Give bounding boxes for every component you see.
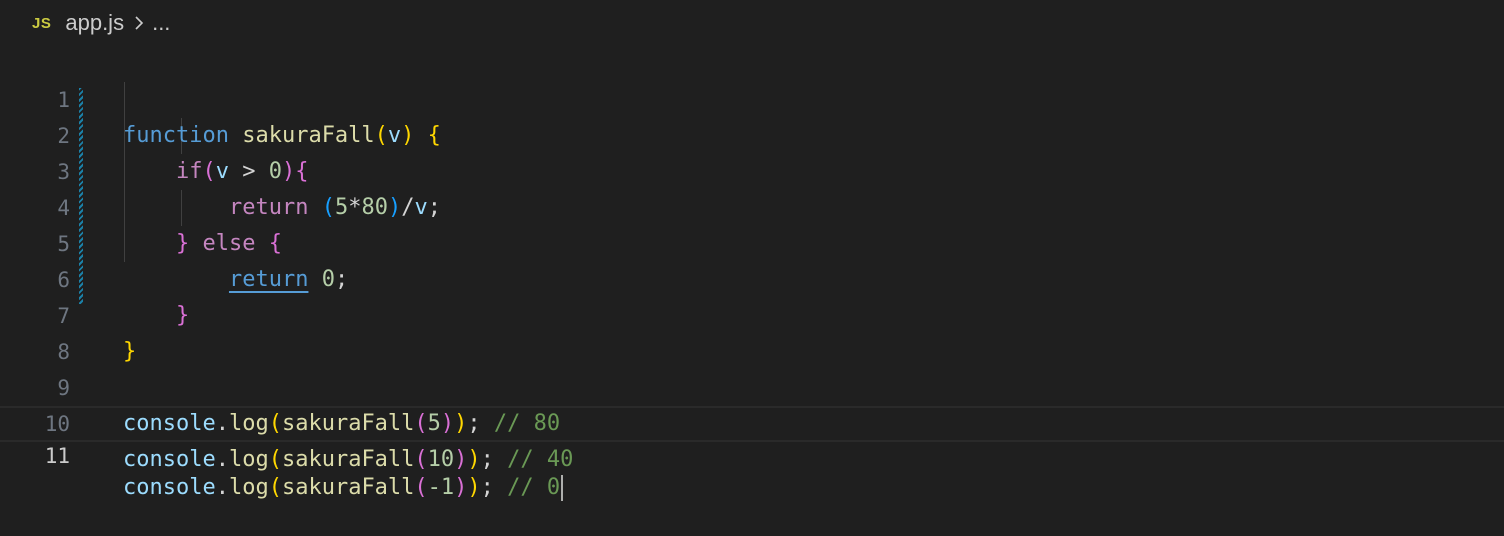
object-name: console [123,475,216,500]
bracket: ( [268,475,282,500]
code-line[interactable]: 6 } [0,226,1504,328]
chevron-right-icon [134,15,144,31]
semicolon: ; [480,447,494,472]
breadcrumb-file-name[interactable]: app.js [65,10,124,36]
line-number-active: 11 [44,444,70,468]
bracket: ( [268,447,282,472]
method-name: log [228,447,269,472]
code-text: console.log(sakuraFall(-1)); // 0 [123,472,564,504]
code-line-current[interactable]: 11 console.log(sakuraFall(-1)); // 0 [0,406,1504,501]
function-call: sakuraFall [281,447,415,472]
code-line[interactable]: 7 } [0,262,1504,364]
object-name: console [123,447,216,472]
bracket: ( [414,447,428,472]
comment: // 40 [507,447,574,472]
code-line[interactable]: 8 [0,298,1504,364]
code-line[interactable]: 4 } else { [0,154,1504,256]
number: 10 [427,447,455,472]
bracket: ) [454,447,468,472]
javascript-file-icon: JS [32,14,52,32]
semicolon: ; [480,475,494,500]
text-cursor [561,475,564,501]
bracket: ( [414,475,428,500]
dot: . [215,475,229,500]
method-name: log [228,475,269,500]
bracket: ) [454,475,468,500]
code-line[interactable]: 2 if(v > 0){ [0,82,1504,184]
breadcrumb-symbol-ellipsis[interactable]: ... [152,10,170,36]
breadcrumb: JS app.js ... [0,0,1504,46]
code-line[interactable]: 5 return 0; [0,190,1504,292]
comment: // 0 [507,475,561,500]
dot: . [215,447,229,472]
function-call: sakuraFall [281,475,415,500]
bracket: ) [467,447,481,472]
code-line[interactable]: 3 return (5*80)/v; [0,118,1504,220]
code-line[interactable]: 9 console.log(sakuraFall(5)); // 80 [0,334,1504,436]
code-line[interactable]: 10 console.log(sakuraFall(10)); // 40 [0,370,1504,472]
code-editor[interactable]: 1 function sakuraFall(v) { 2 if(v > 0){ … [0,46,1504,501]
code-line[interactable]: 1 function sakuraFall(v) { [0,46,1504,148]
bracket: ) [467,475,481,500]
number: -1 [427,475,455,500]
